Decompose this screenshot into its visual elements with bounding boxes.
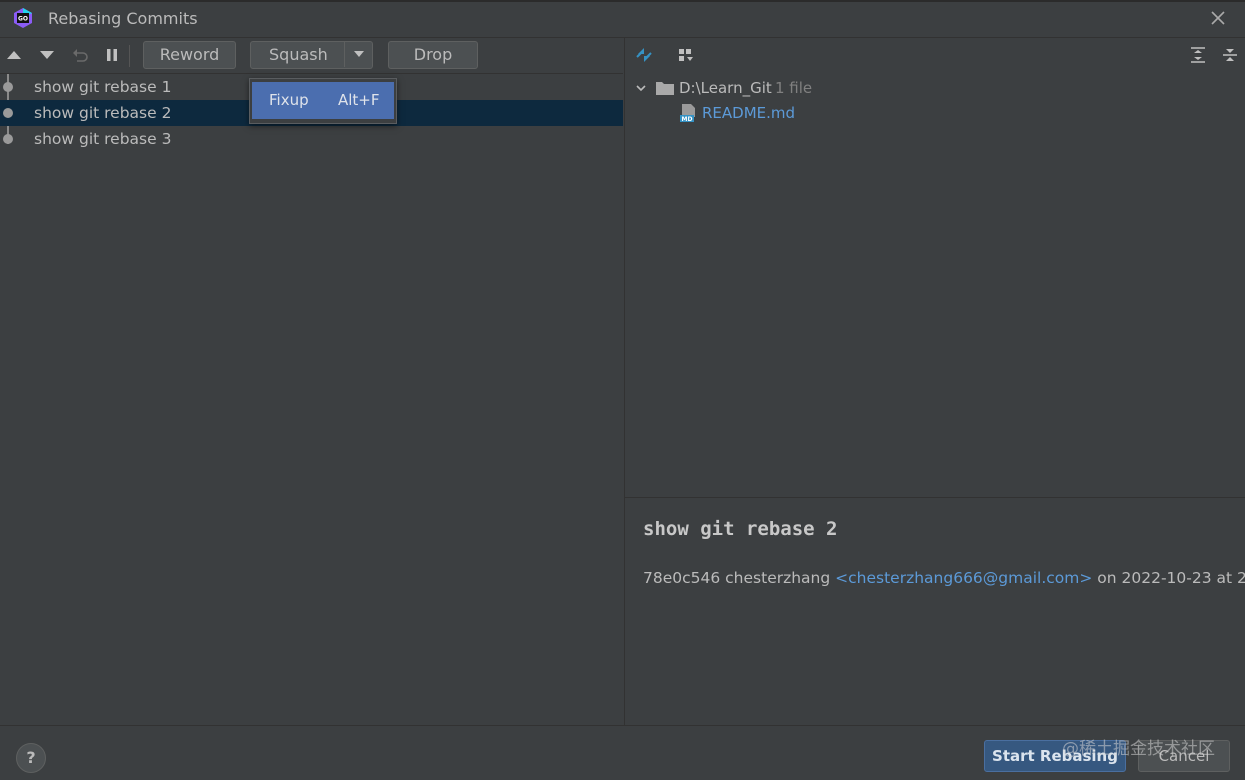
chevron-down-icon[interactable]: [635, 82, 647, 94]
fixup-label: Fixup: [269, 91, 309, 109]
changes-tree: D:\Learn_Git 1 file MD README.md: [625, 76, 1245, 126]
file-name: README.md: [702, 104, 796, 122]
svg-text:MD: MD: [682, 116, 693, 123]
details-divider: [625, 497, 1245, 498]
commit-message: show git rebase 2: [34, 104, 172, 122]
toolbar-separator: [129, 45, 130, 67]
collapse-all-icon[interactable]: [1221, 46, 1239, 64]
window-title: Rebasing Commits: [48, 9, 198, 28]
drop-button[interactable]: Drop: [388, 41, 478, 69]
close-icon[interactable]: [1208, 8, 1228, 28]
commit-message: show git rebase 1: [34, 78, 172, 96]
dropdown-arrow-icon[interactable]: [344, 41, 373, 67]
svg-text:GO: GO: [18, 16, 28, 23]
move-down-icon[interactable]: [38, 46, 56, 64]
folder-icon: [656, 82, 674, 95]
watermark: @稀土掘金技术社区: [1062, 739, 1215, 759]
commit-title: show git rebase 2: [643, 518, 838, 540]
commit-date: on 2022-10-23 at 22:47: [1097, 569, 1245, 587]
file-node[interactable]: MD README.md: [625, 101, 1245, 126]
commit-toolbar: Reword Squash Drop: [0, 38, 623, 74]
app-logo-icon: GO: [14, 8, 32, 28]
author-email-link[interactable]: <chesterzhang666@gmail.com>: [835, 569, 1092, 587]
commit-row[interactable]: show git rebase 3: [0, 126, 623, 152]
move-up-icon[interactable]: [5, 46, 23, 64]
commit-node: [3, 82, 13, 92]
top-edge: [0, 0, 1245, 2]
undo-icon[interactable]: [71, 46, 89, 64]
folder-name: D:\Learn_Git: [679, 79, 772, 97]
commit-node: [3, 134, 13, 144]
compare-icon[interactable]: [635, 46, 653, 64]
changes-toolbar: [625, 38, 1245, 73]
fixup-menu-item[interactable]: Fixup Alt+F: [252, 82, 394, 119]
squash-label: Squash: [269, 45, 328, 64]
folder-file-count: 1 file: [775, 79, 813, 97]
squash-dropdown-menu: Fixup Alt+F: [249, 78, 397, 124]
folder-node[interactable]: D:\Learn_Git 1 file: [625, 76, 1245, 101]
commit-meta: 78e0c546 chesterzhang <chesterzhang666@g…: [643, 569, 1245, 587]
help-button[interactable]: ?: [16, 743, 46, 773]
commit-message: show git rebase 3: [34, 130, 172, 148]
details-pane: D:\Learn_Git 1 file MD README.md show gi…: [624, 38, 1245, 725]
group-by-icon[interactable]: [677, 46, 695, 64]
reword-button[interactable]: Reword: [143, 41, 236, 69]
commit-hash-author: 78e0c546 chesterzhang: [643, 569, 836, 587]
dialog-footer: ? Start Rebasing Cancel @稀土掘金技术社区: [0, 725, 1245, 780]
pause-icon[interactable]: [103, 46, 121, 64]
expand-all-icon[interactable]: [1189, 46, 1207, 64]
commits-pane: Reword Squash Drop show git rebase 1 sho…: [0, 38, 623, 725]
markdown-file-icon: MD: [680, 104, 695, 123]
commit-node: [3, 108, 13, 118]
fixup-shortcut: Alt+F: [338, 91, 380, 109]
title-bar: GO Rebasing Commits: [0, 0, 1245, 38]
